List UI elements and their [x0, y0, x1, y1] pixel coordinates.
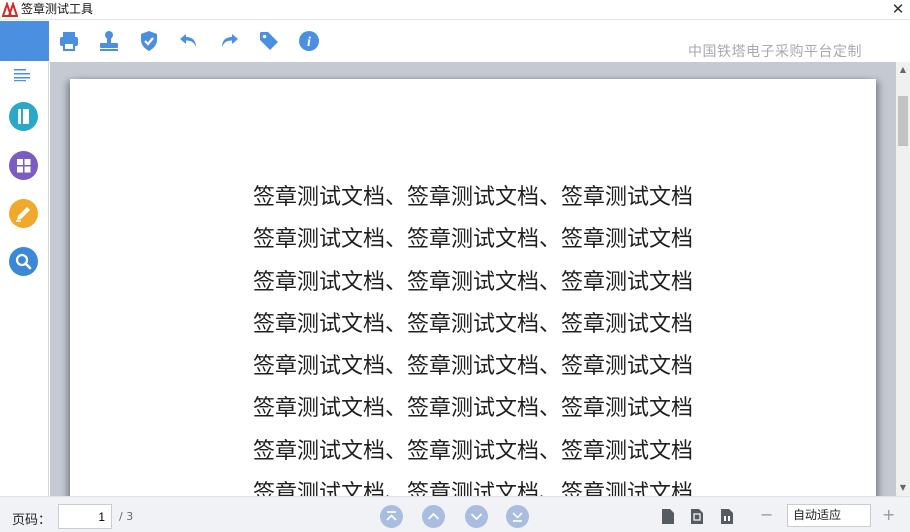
window-title: 签章测试工具	[21, 2, 94, 16]
zoom-out-button[interactable]: −	[760, 505, 773, 524]
search-icon	[9, 247, 38, 276]
status-bar: 页码： / 3	[0, 496, 910, 532]
single-page-view-button[interactable]	[661, 508, 675, 525]
document-line: 签章测试文档、签章测试文档、签章测试文档	[252, 396, 693, 422]
search-panel-button[interactable]	[9, 247, 38, 276]
app-logo-icon	[2, 2, 18, 17]
signature-test-app: 签章测试工具 ✕ i 中国铁塔电子采购平台定制 签章测试文档、签章测试文档、签章…	[0, 0, 910, 532]
document-viewport[interactable]: 签章测试文档、签章测试文档、签章测试文档 签章测试文档、签章测试文档、签章测试文…	[50, 62, 910, 519]
sign-panel-button[interactable]	[9, 199, 38, 228]
next-page-button[interactable]	[465, 505, 488, 528]
thumbnail-panel-button[interactable]	[9, 151, 38, 180]
document-line: 签章测试文档、签章测试文档、签章测试文档	[252, 311, 693, 337]
bookmark-icon	[9, 102, 38, 131]
left-sidebar	[0, 62, 49, 496]
print-button[interactable]	[57, 29, 81, 53]
previous-page-button[interactable]	[422, 505, 445, 528]
single-page-icon	[662, 509, 674, 524]
stamp-icon	[100, 31, 118, 51]
document-line: 签章测试文档、签章测试文档、签章测试文档	[252, 269, 693, 295]
bookmark-panel-button[interactable]	[9, 102, 38, 131]
shield-check-icon	[141, 31, 157, 51]
scroll-up-arrow-icon[interactable]: ▲	[896, 62, 910, 78]
first-page-icon	[386, 511, 397, 521]
document-text: 签章测试文档、签章测试文档、签章测试文档 签章测试文档、签章测试文档、签章测试文…	[70, 184, 876, 522]
continuous-page-view-button[interactable]	[720, 508, 734, 525]
toolbar: i 中国铁塔电子采购平台定制	[0, 21, 910, 62]
fit-page-view-button[interactable]	[690, 508, 704, 525]
document-line: 签章测试文档、签章测试文档、签章测试文档	[252, 185, 693, 210]
thumbnails-icon	[9, 151, 38, 180]
title-bar: 签章测试工具 ✕	[0, 0, 910, 20]
brand-label: 中国铁塔电子采购平台定制	[688, 44, 862, 60]
last-page-button[interactable]	[506, 505, 529, 528]
document-line: 签章测试文档、签章测试文档、签章测试文档	[252, 354, 693, 380]
last-page-icon	[512, 512, 523, 522]
printer-icon	[60, 32, 78, 51]
total-pages: / 3	[119, 510, 134, 523]
vertical-scrollbar[interactable]: ▲ ▼	[896, 62, 910, 496]
redo-icon	[222, 34, 238, 47]
info-icon: i	[299, 31, 319, 51]
close-button[interactable]: ✕	[890, 0, 906, 18]
toolbar-corner	[0, 21, 49, 61]
stamp-button[interactable]	[97, 29, 121, 53]
next-page-icon	[470, 513, 483, 521]
fit-page-icon	[691, 509, 703, 524]
scroll-down-arrow-icon[interactable]: ▼	[896, 480, 910, 496]
outline-list-icon[interactable]	[14, 68, 32, 82]
previous-page-icon	[427, 512, 440, 520]
zoom-in-button[interactable]: +	[882, 505, 895, 524]
tag-button[interactable]	[257, 29, 281, 53]
svg-text:i: i	[307, 35, 311, 50]
document-line: 签章测试文档、签章测试文档、签章测试文档	[252, 438, 693, 464]
continuous-page-icon	[721, 509, 733, 524]
scrollbar-thumb[interactable]	[898, 96, 908, 146]
page-label: 页码：	[12, 513, 52, 528]
document-page: 签章测试文档、签章测试文档、签章测试文档 签章测试文档、签章测试文档、签章测试文…	[70, 79, 876, 519]
tag-icon	[260, 32, 278, 50]
pen-icon	[9, 199, 38, 228]
document-line: 签章测试文档、签章测试文档、签章测试文档	[252, 227, 693, 253]
verify-button[interactable]	[137, 29, 161, 53]
undo-icon	[180, 34, 196, 47]
info-button[interactable]: i	[297, 29, 321, 53]
redo-button[interactable]	[217, 29, 241, 53]
first-page-button[interactable]	[380, 505, 403, 528]
undo-button[interactable]	[177, 29, 201, 53]
zoom-select[interactable]: 自动适应	[787, 504, 871, 527]
page-number-input[interactable]	[58, 504, 112, 529]
